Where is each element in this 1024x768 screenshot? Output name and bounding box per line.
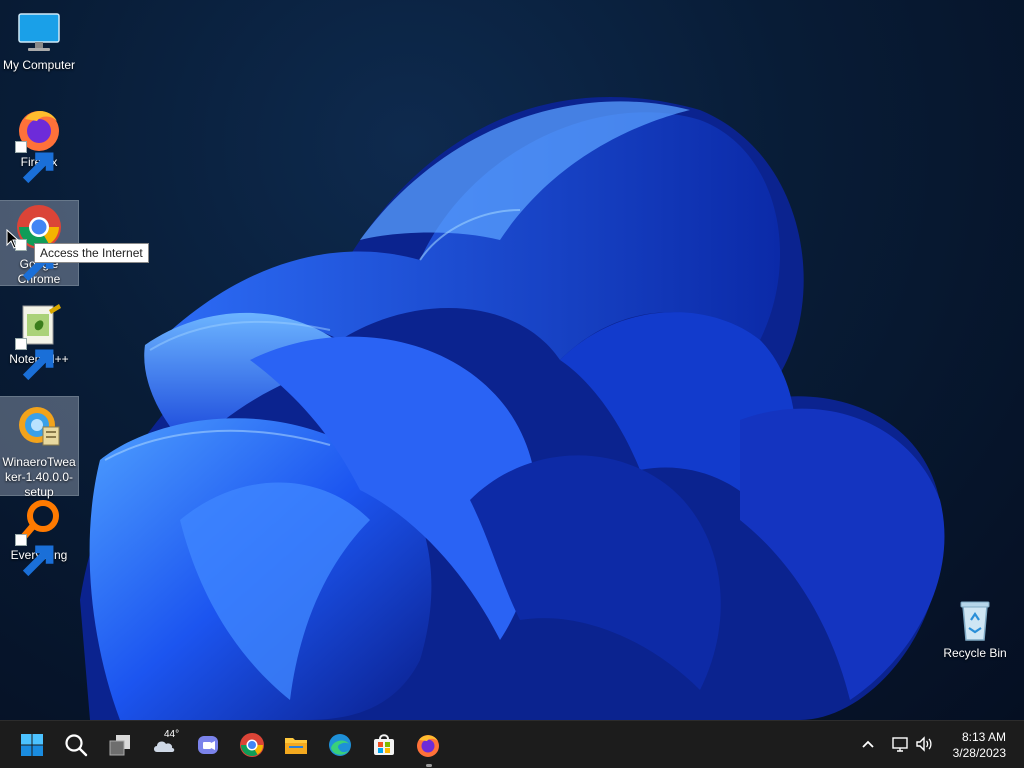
winaero-setup-icon — [15, 403, 63, 451]
volume-button[interactable] — [914, 734, 934, 754]
start-button[interactable] — [16, 729, 48, 761]
shortcut-arrow-icon — [15, 338, 54, 381]
desktop-icon-winaero-tweaker-setup[interactable]: WinaeroTweaker-1.40.0.0-setup — [0, 396, 79, 499]
search-icon — [65, 734, 88, 757]
desktop-icon-notepadpp[interactable]: Notepad++ — [0, 302, 78, 381]
desktop-icon-recycle-bin[interactable]: Recycle Bin — [936, 596, 1014, 661]
notepadpp-icon — [15, 302, 63, 381]
desktop-icon-label: WinaeroTweaker-1.40.0.0-setup — [2, 455, 76, 499]
start-icon — [21, 734, 43, 756]
store-icon — [374, 734, 394, 755]
firefox-icon — [417, 735, 439, 757]
firefox-taskbar-button[interactable] — [412, 729, 444, 761]
running-indicator — [426, 764, 432, 767]
taskbar: 44° 8:13 AM 3/28/2023 — [0, 720, 1024, 768]
edge-icon — [329, 734, 351, 756]
desktop-icon-everything[interactable]: Everything — [0, 498, 78, 577]
chevron-up-icon — [862, 740, 874, 748]
task-view-button[interactable] — [104, 729, 136, 761]
firefox-icon — [15, 105, 63, 184]
file-explorer-button[interactable] — [280, 729, 312, 761]
shortcut-arrow-icon — [15, 141, 54, 184]
weather-temperature: 44° — [164, 729, 180, 740]
desktop-icon-label: Recycle Bin — [943, 646, 1007, 660]
everything-search-icon — [15, 498, 63, 577]
file-explorer-icon — [285, 738, 307, 754]
teams-chat-icon — [198, 736, 218, 754]
search-button[interactable] — [60, 729, 92, 761]
mouse-pointer-icon — [6, 229, 20, 249]
recycle-bin-icon — [951, 596, 999, 644]
desktop[interactable]: My Computer Firefox Google Chrome Notepa… — [0, 0, 1024, 720]
teams-chat-button[interactable] — [192, 729, 224, 761]
desktop-icon-label: My Computer — [2, 58, 76, 72]
network-button[interactable] — [890, 734, 910, 754]
edge-button[interactable] — [324, 729, 356, 761]
shortcut-arrow-icon — [15, 534, 54, 577]
clock[interactable]: 8:13 AM 3/28/2023 — [953, 729, 1006, 761]
chrome-icon — [240, 733, 264, 757]
store-button[interactable] — [368, 729, 400, 761]
clock-time: 8:13 AM — [961, 730, 1006, 744]
task-view-icon — [109, 735, 130, 756]
network-icon — [892, 737, 908, 752]
monitor-icon — [15, 8, 63, 56]
clock-date: 3/28/2023 — [952, 746, 1006, 760]
wallpaper-bloom — [80, 96, 945, 720]
show-hidden-icons-button[interactable] — [858, 734, 878, 754]
desktop-icon-my-computer[interactable]: My Computer — [0, 8, 78, 73]
chrome-taskbar-button[interactable] — [236, 729, 268, 761]
speaker-icon — [916, 736, 932, 752]
desktop-icon-firefox[interactable]: Firefox — [0, 105, 78, 184]
tooltip: Access the Internet — [34, 243, 149, 263]
